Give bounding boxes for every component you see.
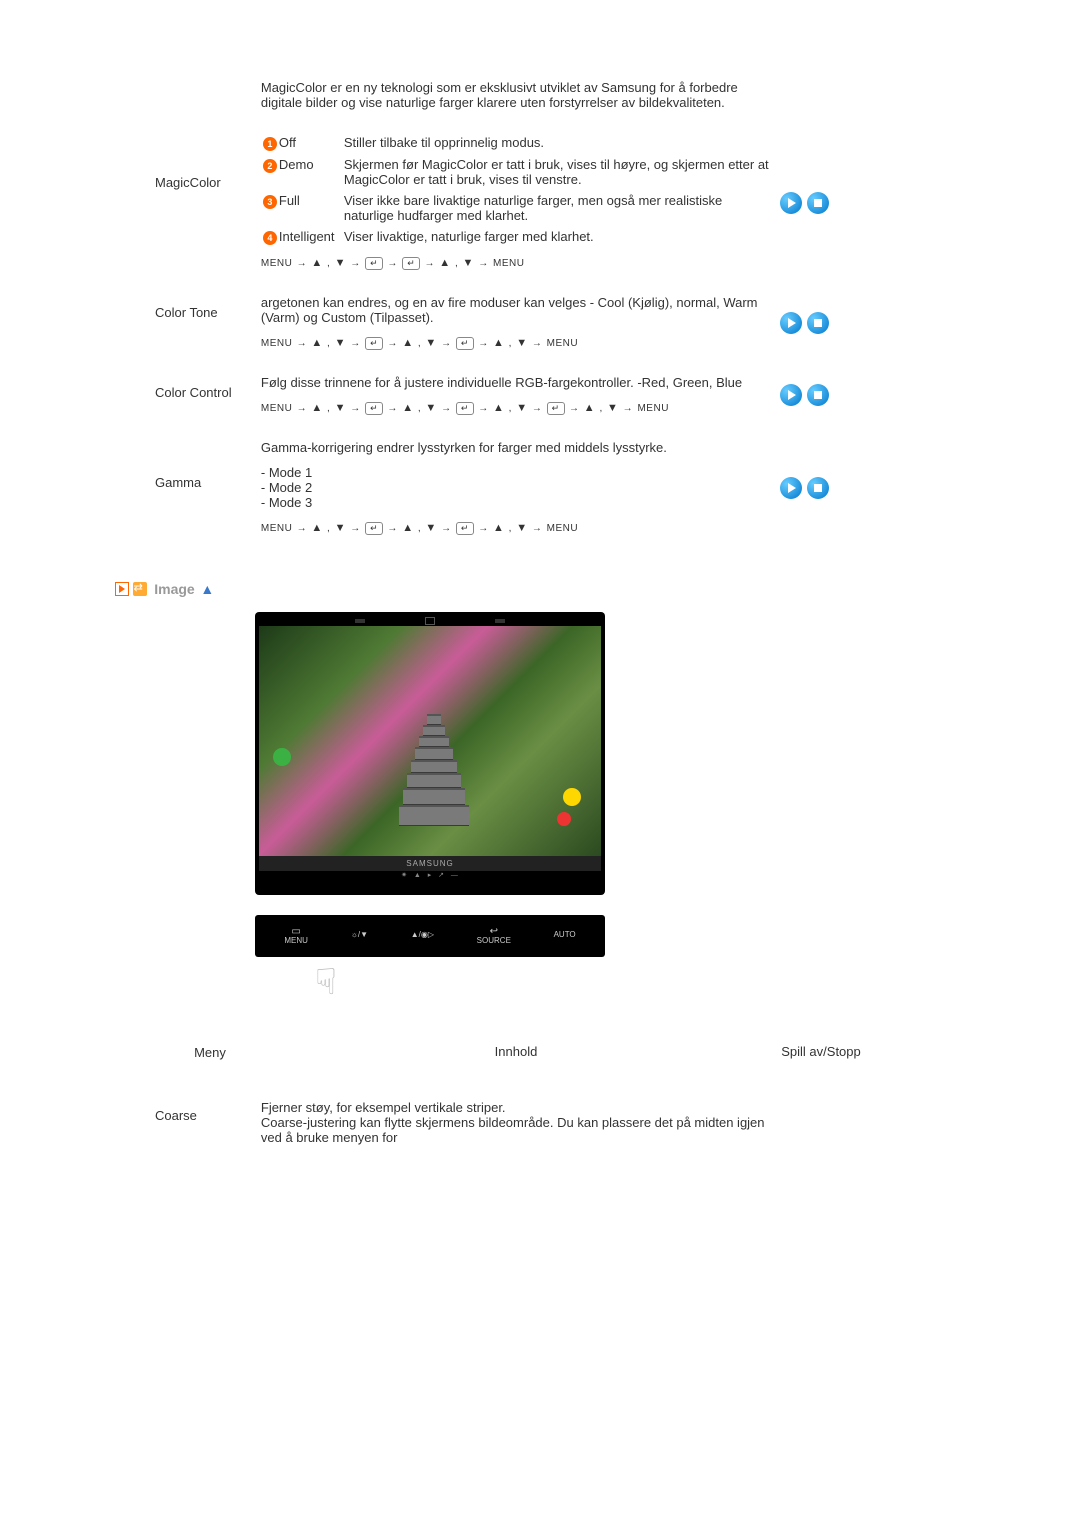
tv-icons-row: ✷ ▲ ▸ ↗ — [259,871,601,881]
enter-key-icon: ↵ [365,402,383,415]
magiccolor-nav-path: MENU → ▲ , ▼ → ↵ → ↵ → ▲ , ▼ → MENU [261,257,770,270]
document-page: MagicColor er en ny teknologi som er eks… [0,0,1080,1528]
play-icon[interactable] [780,384,802,406]
col-header-spill: Spill av/Stopp [767,1043,875,1060]
option-intelligent-desc: Viser livaktige, naturlige farger med kl… [344,229,770,245]
option-off-desc: Stiller tilbake til opprinnelig modus. [344,135,770,151]
intro-text: MagicColor er en ny teknologi som er eks… [261,80,780,110]
colortone-label: Color Tone [155,295,261,350]
option-full-desc: Viser ikke bare livaktige naturlige farg… [344,193,770,223]
gamma-label: Gamma [155,440,261,535]
collapse-up-icon[interactable]: ▲ [200,581,214,597]
colorcontrol-label: Color Control [155,375,261,415]
option-demo-label: Demo [279,157,344,187]
enter-key-icon: ↵ [365,257,383,270]
stop-icon[interactable] [807,312,829,334]
btnbar-source[interactable]: ↩ SOURCE [477,926,511,946]
gamma-mode-2: - Mode 2 [261,480,770,495]
coarse-label: Coarse [155,1100,261,1145]
btnbar-bright[interactable]: ☼/▼ [351,931,368,940]
enter-key-icon: ↵ [365,522,383,535]
tv-brand: SAMSUNG [259,856,601,871]
btnbar-menu[interactable]: ▭ MENU [284,926,308,946]
colorcontrol-nav-path: MENU → ▲ , ▼ → ↵ → ▲ , ▼ → ↵ → ▲ , ▼ → ↵… [261,402,770,415]
enter-key-icon: ↵ [365,337,383,350]
section-title: Image [154,581,194,597]
option-demo-desc: Skjermen før MagicColor er tatt i bruk, … [344,157,770,187]
stop-icon[interactable] [807,192,829,214]
coarse-desc: Fjerner støy, for eksempel vertikale str… [261,1100,780,1145]
play-icon[interactable] [780,477,802,499]
option-num-4: 4 [263,231,277,245]
enter-key-icon: ↵ [456,337,474,350]
enter-key-icon: ↵ [547,402,565,415]
gamma-desc: Gamma-korrigering endrer lysstyrken for … [261,440,770,455]
stop-icon[interactable] [807,477,829,499]
play-icon[interactable] [780,312,802,334]
section-swap-icon [133,582,147,596]
tv-screen-image [259,626,601,856]
colortone-nav-path: MENU → ▲ , ▼ → ↵ → ▲ , ▼ → ↵ → ▲ , ▼ → M… [261,337,770,350]
gamma-mode-3: - Mode 3 [261,495,770,510]
option-num-1: 1 [263,137,277,151]
magiccolor-label: MagicColor [155,135,261,270]
option-num-3: 3 [263,195,277,209]
enter-key-icon: ↵ [402,257,420,270]
btnbar-vol[interactable]: ▲/◉▷ [411,931,434,940]
col-header-meny: Meny [155,1043,275,1060]
colortone-desc: argetonen kan endres, og en av fire modu… [261,295,770,325]
enter-key-icon: ↵ [456,522,474,535]
hand-pointer-icon: ☟ [315,961,605,1003]
option-num-2: 2 [263,159,277,173]
gamma-mode-1: - Mode 1 [261,465,770,480]
gamma-nav-path: MENU → ▲ , ▼ → ↵ → ▲ , ▼ → ↵ → ▲ , ▼ → M… [261,522,770,535]
tv-preview: SAMSUNG ✷ ▲ ▸ ↗ — [255,612,605,895]
button-bar: ▭ MENU ☼/▼ ▲/◉▷ ↩ SOURCE AUTO ☟ [255,915,605,1003]
content-table: MagicColor er en ny teknologi som er eks… [155,80,875,535]
option-intelligent-label: Intelligent [279,229,344,245]
colorcontrol-desc: Følg disse trinnene for å justere indivi… [261,375,770,390]
play-icon[interactable] [780,192,802,214]
image-section-heading: Image ▲ [115,580,1080,597]
stop-icon[interactable] [807,384,829,406]
col-header-innhold: Innhold [275,1043,767,1060]
option-full-label: Full [279,193,344,223]
option-off-label: Off [279,135,344,151]
section-play-icon [115,582,129,596]
enter-key-icon: ↵ [456,402,474,415]
btnbar-auto[interactable]: AUTO [554,931,576,940]
